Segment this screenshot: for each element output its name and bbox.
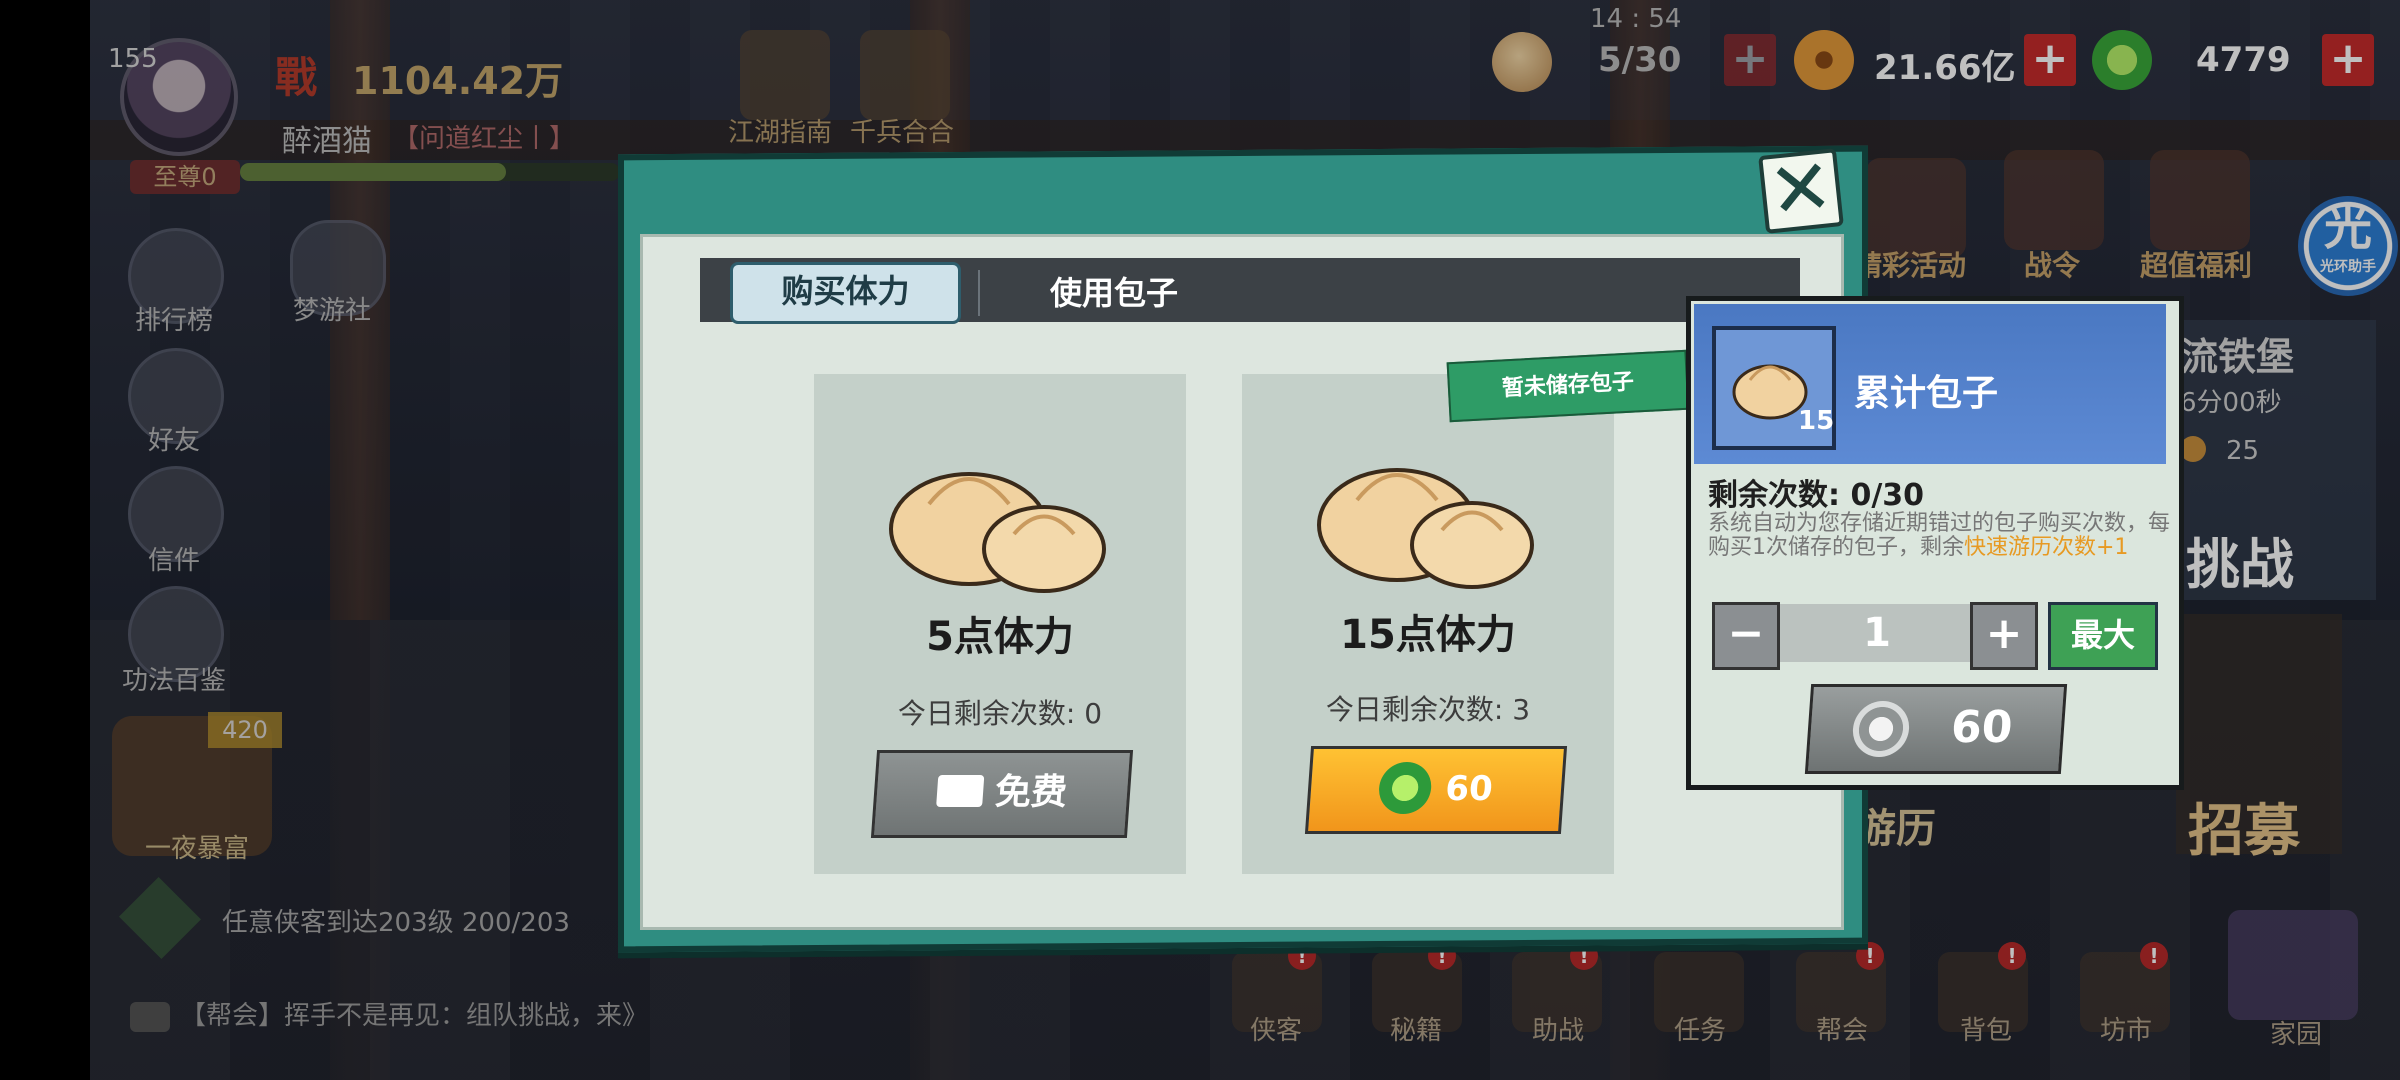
buy-buns-button[interactable]: 60 xyxy=(1804,684,2068,774)
stamina-card-5: 5点体力 今日剩余次数: 0 免费 xyxy=(814,374,1186,874)
desc-highlight: 快速游历次数+1 xyxy=(1964,535,2129,560)
tab-buy-stamina[interactable]: 购买体力 xyxy=(730,262,961,324)
popover-remaining: 剩余次数: 0/30 xyxy=(1708,478,1925,513)
card-title: 15点体力 xyxy=(1340,612,1516,658)
close-icon[interactable]: ✕ xyxy=(1758,141,1844,236)
free-button[interactable]: 免费 xyxy=(870,750,1134,838)
steamed-bun-icon xyxy=(1317,468,1534,589)
popover-title: 累计包子 xyxy=(1854,373,1999,414)
free-button-label: 免费 xyxy=(993,772,1069,813)
jade-icon-grey xyxy=(1851,701,1911,757)
bun-item-quantity: 15 xyxy=(1798,406,1835,436)
steamed-bun-icon xyxy=(889,472,1106,593)
stamina-card-15: 15点体力 今日剩余次数: 3 60 xyxy=(1242,374,1614,874)
decrease-button[interactable]: − xyxy=(1712,602,1780,670)
tab-use-buns[interactable]: 使用包子 xyxy=(1050,268,1178,314)
card-remaining: 今日剩余次数: 3 xyxy=(1325,693,1531,726)
max-button[interactable]: 最大 xyxy=(2048,602,2158,670)
buy-buns-price: 60 xyxy=(1949,702,2015,753)
buy-price-label: 60 xyxy=(1443,769,1495,809)
quantity-field[interactable]: 1 xyxy=(1780,604,1974,662)
card-remaining: 今日剩余次数: 0 xyxy=(897,697,1103,730)
video-ad-icon xyxy=(936,775,985,807)
tab-divider xyxy=(978,270,980,316)
increase-button[interactable]: + xyxy=(1970,602,2038,670)
jade-icon xyxy=(1377,761,1434,814)
card-title: 5点体力 xyxy=(926,614,1074,660)
no-buns-stored-ribbon: 暂未储存包子 xyxy=(1446,349,1690,423)
popover-description: 系统自动为您存储近期错过的包子购买次数，每购买1次储存的包子，剩余快速游历次数+… xyxy=(1708,512,2172,560)
buy-stamina-button[interactable]: 60 xyxy=(1304,746,1568,834)
